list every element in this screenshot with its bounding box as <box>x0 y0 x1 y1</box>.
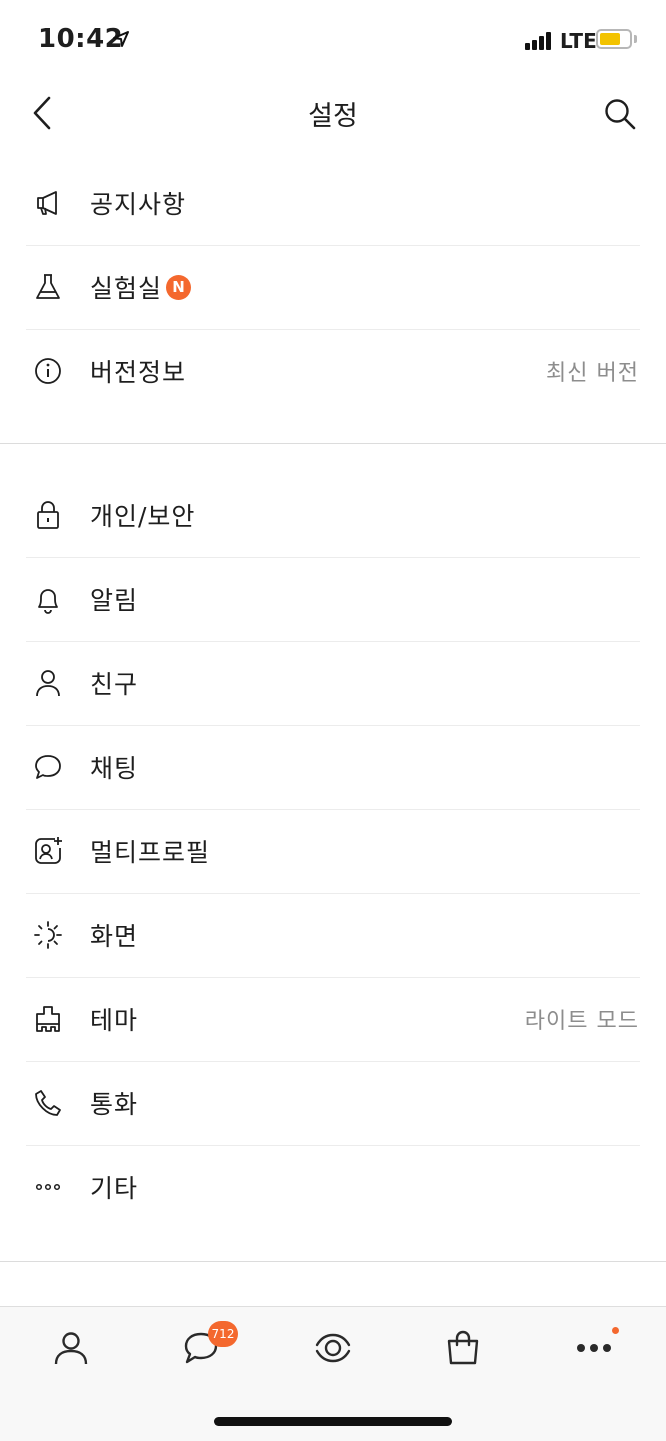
status-bar: 10:42 LTE <box>0 0 666 80</box>
tab-shopping[interactable] <box>431 1323 495 1373</box>
more-tab-icon <box>577 1344 611 1352</box>
settings-item-theme[interactable]: 테마 라이트 모드 <box>0 977 666 1061</box>
bell-icon <box>31 582 65 616</box>
settings-item-label: 통화 <box>90 1090 139 1119</box>
settings-item-notification[interactable]: 알림 <box>0 557 666 641</box>
location-arrow-icon <box>113 31 129 47</box>
shopping-tab-icon <box>447 1330 479 1365</box>
settings-section-main: 개인/보안 알림 친구 채팅 멀티프로필 화면 테마 라이트 모드 통화 기타 <box>0 473 666 1229</box>
info-icon <box>31 354 65 388</box>
megaphone-icon <box>31 186 65 220</box>
tab-friends[interactable] <box>39 1323 103 1373</box>
person-icon <box>31 666 65 700</box>
settings-item-friends[interactable]: 친구 <box>0 641 666 725</box>
paint-brush-icon <box>31 1002 65 1036</box>
theme-value: 라이트 모드 <box>524 1009 639 1034</box>
signal-strength-icon <box>525 30 555 50</box>
new-badge: N <box>166 274 191 300</box>
home-indicator <box>214 1417 452 1426</box>
settings-item-notice[interactable]: 공지사항 <box>0 161 666 245</box>
tab-view[interactable] <box>301 1323 365 1373</box>
settings-item-label: 공지사항 <box>90 190 187 219</box>
new-indicator-dot <box>612 1327 619 1334</box>
settings-item-label: 채팅 <box>90 754 139 783</box>
chat-bubble-icon <box>31 750 65 784</box>
search-icon <box>605 99 636 130</box>
settings-item-label: 기타 <box>90 1174 139 1203</box>
version-value: 최신 버전 <box>546 361 639 386</box>
settings-item-display[interactable]: 화면 <box>0 893 666 977</box>
battery-tip <box>634 35 637 43</box>
settings-item-chat[interactable]: 채팅 <box>0 725 666 809</box>
settings-item-label: 멀티프로필 <box>90 838 211 867</box>
settings-item-label: 실험실 <box>90 274 163 303</box>
settings-item-label: 친구 <box>90 670 139 699</box>
battery-level <box>600 33 620 45</box>
settings-item-label: 개인/보안 <box>90 502 196 531</box>
battery-icon <box>596 29 632 49</box>
network-type: LTE <box>560 29 597 53</box>
settings-item-label: 화면 <box>90 922 139 951</box>
settings-item-label: 테마 <box>90 1006 139 1035</box>
section-divider <box>0 1261 666 1262</box>
nav-bar: 설정 <box>0 80 666 150</box>
view-tab-icon <box>315 1333 351 1363</box>
settings-item-version[interactable]: 버전정보 최신 버전 <box>0 329 666 413</box>
more-dots-icon <box>31 1170 65 1204</box>
search-button[interactable] <box>598 92 642 136</box>
settings-item-lab[interactable]: 실험실 N <box>0 245 666 329</box>
settings-item-call[interactable]: 통화 <box>0 1061 666 1145</box>
page-title: 설정 <box>308 101 358 132</box>
settings-section-general: 공지사항 실험실 N 버전정보 최신 버전 <box>0 161 666 413</box>
friends-tab-icon <box>54 1332 88 1365</box>
profile-add-icon <box>31 834 65 868</box>
brightness-icon <box>31 918 65 952</box>
status-time: 10:42 <box>38 24 124 54</box>
lock-icon <box>31 498 65 532</box>
settings-item-multiprofile[interactable]: 멀티프로필 <box>0 809 666 893</box>
unread-count-badge: 712 <box>208 1321 238 1347</box>
settings-item-label: 버전정보 <box>90 358 187 387</box>
settings-item-label: 알림 <box>90 586 139 615</box>
settings-item-etc[interactable]: 기타 <box>0 1145 666 1229</box>
settings-item-privacy[interactable]: 개인/보안 <box>0 473 666 557</box>
phone-icon <box>31 1086 65 1120</box>
flask-icon <box>31 270 65 304</box>
section-divider <box>0 443 666 444</box>
